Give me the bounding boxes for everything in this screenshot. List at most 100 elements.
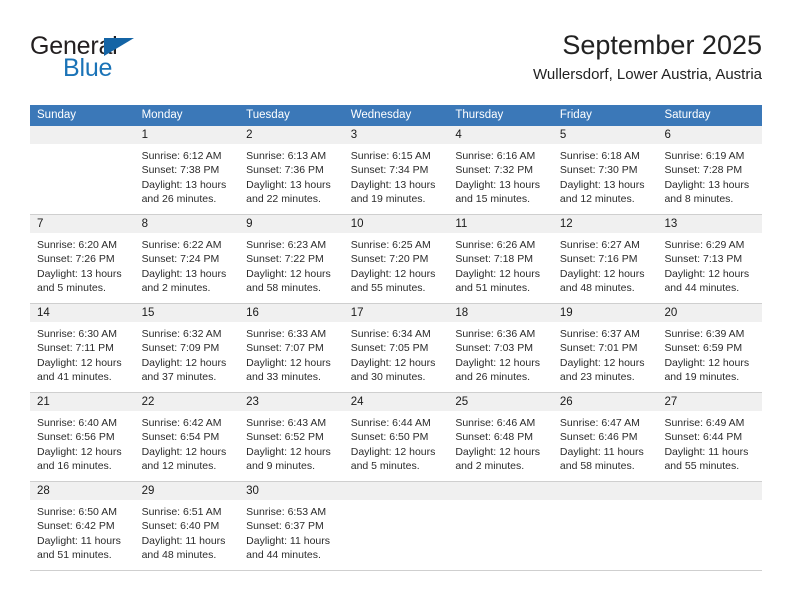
- day-detail-line: Sunset: 6:44 PM: [664, 431, 743, 444]
- day-detail-line: Sunrise: 6:49 AM: [664, 417, 745, 429]
- general-blue-logo[interactable]: General Blue: [30, 32, 230, 88]
- day-detail-line: Daylight: 13 hours: [141, 267, 227, 280]
- day-cell-14[interactable]: 14 Sunrise: 6:30 AM Sunset: 7:11 PM Dayligh…: [30, 304, 135, 392]
- day-number: 23: [239, 393, 344, 411]
- day-number: 14: [30, 304, 135, 322]
- day-detail-line: and 2 minutes.: [141, 282, 211, 295]
- day-details: [448, 500, 553, 505]
- day-cell-6[interactable]: 6 Sunrise: 6:19 AM Sunset: 7:28 PM Daylight…: [657, 126, 763, 214]
- day-detail-line: and 12 minutes.: [141, 460, 217, 473]
- day-number: 9: [239, 215, 344, 233]
- day-cell-16[interactable]: 16 Sunrise: 6:33 AM Sunset: 7:07 PM Dayligh…: [239, 304, 344, 392]
- day-cell-24[interactable]: 24 Sunrise: 6:44 AM Sunset: 6:50 PM Dayligh…: [343, 393, 449, 481]
- day-detail-line: and 26 minutes.: [455, 371, 531, 384]
- day-cell-9[interactable]: 9 Sunrise: 6:23 AM Sunset: 7:22 PM Daylight…: [239, 215, 344, 303]
- day-detail-line: and 22 minutes.: [246, 193, 321, 206]
- day-detail-line: Daylight: 11 hours: [559, 445, 644, 458]
- day-cell-1[interactable]: 1 Sunrise: 6:12 AM Sunset: 7:38 PM Daylight…: [134, 126, 240, 214]
- day-number: 2: [239, 126, 344, 144]
- day-number: 26: [552, 393, 658, 411]
- day-cell-10[interactable]: 10 Sunrise: 6:25 AM Sunset: 7:20 PM Dayligh…: [343, 215, 449, 303]
- day-cell-19[interactable]: 19 Sunrise: 6:37 AM Sunset: 7:01 PM Dayligh…: [552, 304, 658, 392]
- day-cell-20[interactable]: 20 Sunrise: 6:39 AM Sunset: 6:59 PM Dayligh…: [657, 304, 763, 392]
- day-cell-17[interactable]: 17 Sunrise: 6:34 AM Sunset: 7:05 PM Dayligh…: [343, 304, 449, 392]
- day-detail-line: Daylight: 12 hours: [37, 445, 122, 458]
- day-detail-line: and 51 minutes.: [37, 549, 112, 562]
- day-details: Sunrise: 6:47 AM Sunset: 6:46 PM Daylight:…: [553, 411, 658, 474]
- day-detail-line: Sunset: 7:24 PM: [141, 253, 220, 266]
- day-cell-29[interactable]: 29 Sunrise: 6:51 AM Sunset: 6:40 PM Dayligh…: [134, 482, 240, 570]
- day-details: Sunrise: 6:49 AM Sunset: 6:44 PM Daylight:…: [657, 411, 762, 474]
- day-details: Sunrise: 6:36 AM Sunset: 7:03 PM Daylight:…: [448, 322, 553, 385]
- day-detail-line: and 9 minutes.: [246, 460, 316, 473]
- day-detail-line: Sunset: 6:52 PM: [246, 431, 324, 444]
- day-detail-line: and 2 minutes.: [455, 460, 525, 473]
- day-number: 3: [343, 126, 449, 144]
- day-number: 11: [448, 215, 553, 233]
- page-subtitle: Wullersdorf, Lower Austria, Austria: [533, 66, 762, 83]
- day-cell-8[interactable]: 8 Sunrise: 6:22 AM Sunset: 7:24 PM Daylight…: [134, 215, 240, 303]
- day-cell-30[interactable]: 30 Sunrise: 6:53 AM Sunset: 6:37 PM Dayligh…: [239, 482, 344, 570]
- day-detail-line: and 37 minutes.: [141, 371, 217, 384]
- day-detail-line: Sunrise: 6:13 AM: [246, 150, 327, 162]
- day-detail-line: Sunrise: 6:53 AM: [246, 506, 327, 518]
- day-cell-21[interactable]: 21 Sunrise: 6:40 AM Sunset: 6:56 PM Dayligh…: [30, 393, 135, 481]
- day-cell-13[interactable]: 13 Sunrise: 6:29 AM Sunset: 7:13 PM Dayligh…: [657, 215, 763, 303]
- calendar-page: General Blue September 2025 Wullersdorf,…: [0, 0, 792, 612]
- day-detail-line: Sunset: 7:09 PM: [141, 342, 220, 355]
- day-detail-line: Sunset: 6:56 PM: [37, 431, 115, 444]
- day-detail-line: Daylight: 13 hours: [246, 178, 331, 191]
- day-detail-line: Sunrise: 6:37 AM: [559, 328, 640, 340]
- day-details: Sunrise: 6:27 AM Sunset: 7:16 PM Daylight:…: [553, 233, 658, 296]
- day-detail-line: Sunrise: 6:25 AM: [350, 239, 431, 251]
- day-detail-line: and 8 minutes.: [664, 193, 734, 206]
- weekday-header-thursday: Thursday: [455, 109, 504, 121]
- day-cell-18[interactable]: 18 Sunrise: 6:36 AM Sunset: 7:03 PM Dayligh…: [448, 304, 553, 392]
- day-cell-27[interactable]: 27 Sunrise: 6:49 AM Sunset: 6:44 PM Dayligh…: [657, 393, 763, 481]
- day-number: 13: [657, 215, 763, 233]
- day-detail-line: Daylight: 11 hours: [664, 445, 749, 458]
- day-number: 8: [134, 215, 240, 233]
- day-details: Sunrise: 6:34 AM Sunset: 7:05 PM Daylight:…: [344, 322, 449, 385]
- day-cell-5[interactable]: 5 Sunrise: 6:18 AM Sunset: 7:30 PM Daylight…: [552, 126, 658, 214]
- day-detail-line: and 58 minutes.: [559, 460, 635, 473]
- day-detail-line: Sunset: 7:36 PM: [246, 164, 324, 177]
- day-details: Sunrise: 6:23 AM Sunset: 7:22 PM Daylight:…: [239, 233, 344, 296]
- day-cell-12[interactable]: 12 Sunrise: 6:27 AM Sunset: 7:16 PM Dayligh…: [552, 215, 658, 303]
- day-detail-line: Sunset: 7:16 PM: [559, 253, 638, 266]
- day-detail-line: Sunrise: 6:12 AM: [141, 150, 222, 162]
- day-cell-23[interactable]: 23 Sunrise: 6:43 AM Sunset: 6:52 PM Dayligh…: [239, 393, 344, 481]
- day-cell-28[interactable]: 28 Sunrise: 6:50 AM Sunset: 6:42 PM Dayligh…: [30, 482, 135, 570]
- day-cell-15[interactable]: 15 Sunrise: 6:32 AM Sunset: 7:09 PM Dayligh…: [134, 304, 240, 392]
- day-detail-line: Sunrise: 6:51 AM: [141, 506, 222, 518]
- day-detail-line: and 51 minutes.: [455, 282, 531, 295]
- day-details: Sunrise: 6:22 AM Sunset: 7:24 PM Daylight:…: [135, 233, 240, 296]
- day-cell-11[interactable]: 11 Sunrise: 6:26 AM Sunset: 7:18 PM Dayligh…: [448, 215, 553, 303]
- day-detail-line: Sunset: 7:28 PM: [664, 164, 743, 177]
- day-details: Sunrise: 6:20 AM Sunset: 7:26 PM Daylight:…: [30, 233, 135, 296]
- day-cell-empty: [448, 482, 553, 570]
- day-number: 29: [134, 482, 240, 500]
- day-detail-line: Sunrise: 6:33 AM: [246, 328, 327, 340]
- day-number: 24: [343, 393, 449, 411]
- day-detail-line: Daylight: 12 hours: [37, 356, 122, 369]
- day-detail-line: and 23 minutes.: [559, 371, 635, 384]
- day-detail-line: Sunrise: 6:43 AM: [246, 417, 327, 429]
- day-cell-7[interactable]: 7 Sunrise: 6:20 AM Sunset: 7:26 PM Daylight…: [30, 215, 135, 303]
- day-detail-line: Sunrise: 6:39 AM: [664, 328, 745, 340]
- day-detail-line: and 48 minutes.: [141, 549, 217, 562]
- day-number: 22: [134, 393, 240, 411]
- day-detail-line: Sunset: 7:11 PM: [37, 342, 114, 355]
- day-number: 25: [448, 393, 553, 411]
- day-cell-2[interactable]: 2 Sunrise: 6:13 AM Sunset: 7:36 PM Daylight…: [239, 126, 344, 214]
- day-cell-26[interactable]: 26 Sunrise: 6:47 AM Sunset: 6:46 PM Dayligh…: [552, 393, 658, 481]
- day-cell-22[interactable]: 22 Sunrise: 6:42 AM Sunset: 6:54 PM Dayligh…: [134, 393, 240, 481]
- day-cell-3[interactable]: 3 Sunrise: 6:15 AM Sunset: 7:34 PM Daylight…: [343, 126, 449, 214]
- page-title: September 2025: [562, 30, 762, 60]
- day-cell-25[interactable]: 25 Sunrise: 6:46 AM Sunset: 6:48 PM Dayligh…: [448, 393, 553, 481]
- day-number: 19: [552, 304, 658, 322]
- day-detail-line: Sunset: 7:30 PM: [559, 164, 638, 177]
- day-detail-line: and 55 minutes.: [664, 460, 740, 473]
- day-number: 7: [30, 215, 135, 233]
- day-cell-4[interactable]: 4 Sunrise: 6:16 AM Sunset: 7:32 PM Daylight…: [448, 126, 553, 214]
